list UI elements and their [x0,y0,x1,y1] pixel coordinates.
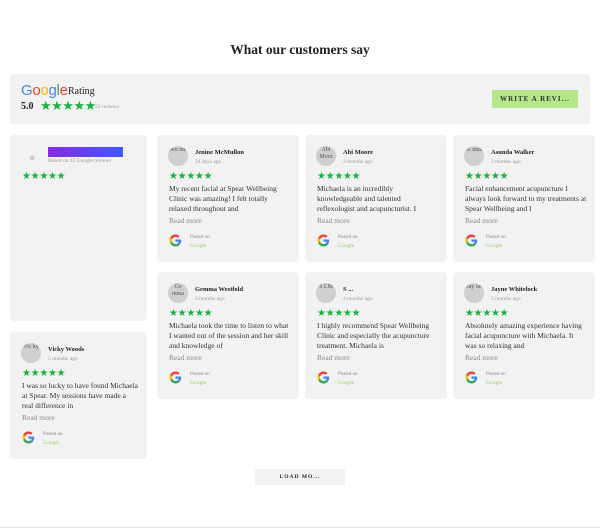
review-time: 5 months ago [491,296,521,302]
rating-stars: ★★★★★ [40,98,96,113]
google-icon [465,234,478,247]
avatar: Jay ne [464,283,484,303]
posted-on: Posted on Google [486,234,506,250]
posted-source-link[interactable]: Google [190,242,210,250]
review-stars: ★★★★★ [22,368,66,379]
read-more-link[interactable]: Read more [465,216,498,225]
posted-on: Posted on Google [190,234,210,250]
reviewer-name[interactable]: Abi Moore [343,149,373,156]
posted-source-link[interactable]: Google [190,379,210,387]
posted-on-label: Posted on [43,432,63,437]
review-stars: ★★★★★ [465,308,509,319]
load-more-button[interactable]: LOAD MO... [255,469,345,485]
review-time: 2 months ago [491,159,521,165]
review-card: Vic ky Vicky Woods 5 months ago ★★★★★ I was … [10,332,147,459]
posted-source-link[interactable]: Google [43,439,63,447]
review-stars: ★★★★★ [169,171,213,182]
read-more-link[interactable]: Read more [465,353,498,362]
posted-source-link[interactable]: Google [338,242,358,250]
featured-rating-card: ◆ Based on 22 Google reviews ★★★★★ [10,135,147,321]
review-time: 24 days ago [195,159,222,165]
rating-score: 5.0 [21,101,34,112]
reviewer-name[interactable]: Vicky Woods [48,346,84,353]
google-icon [465,371,478,384]
avatar: Vic ky [21,343,41,363]
featured-brand-bar [48,147,123,157]
review-card: As unda Asunda Walker 2 months ago ★★★★★ Fac… [453,135,595,262]
posted-on-label: Posted on [190,235,210,240]
read-more-link[interactable]: Read more [317,353,350,362]
google-icon [317,371,330,384]
review-text: Facial enhancement acupuncture I always … [465,184,587,213]
read-more-link[interactable]: Read more [317,216,350,225]
review-time: 5 months ago [48,356,78,362]
posted-on-label: Posted on [190,372,210,377]
posted-on: Posted on Google [190,371,210,387]
review-card: Abi Moor Abi Moore 2 months ago ★★★★★ Michae… [305,135,447,262]
avatar: Jen ine [168,146,188,166]
section-heading: What our customers say [230,42,370,57]
review-stars: ★★★★★ [169,308,213,319]
read-more-link[interactable]: Read more [169,353,202,362]
posted-on-label: Posted on [486,372,506,377]
reviewer-name[interactable]: S ... [343,286,353,293]
posted-on-label: Posted on [338,235,358,240]
review-count: 22 reviews [95,104,119,110]
avatar: S LM [316,283,336,303]
review-stars: ★★★★★ [317,308,361,319]
review-card: S LM S ... 4 months ago ★★★★★ I highly recom… [305,272,447,399]
google-icon [169,234,182,247]
google-logo: Google [21,82,68,99]
featured-badge-icon: ◆ [29,153,36,162]
posted-on-label: Posted on [338,372,358,377]
review-text: Absolutely amazing experience having fac… [465,321,582,350]
avatar: Abi Moor [316,146,336,166]
review-card: Ge mma Gemma Westfold 3 months ago ★★★★★ Mic… [157,272,299,399]
google-logo-letter: e [59,82,68,99]
review-stars: ★★★★★ [465,171,509,182]
posted-on: Posted on Google [43,431,63,447]
review-text: Michaela took the time to listen to what… [169,321,289,350]
review-text: Michaela is an incredibly knowledgeable … [317,184,417,213]
posted-source-link[interactable]: Google [486,242,506,250]
read-more-link[interactable]: Read more [22,413,55,422]
review-text: I was so lucky to have found Michaela at… [22,381,139,410]
rating-summary-bar: Google Rating 5.0 ★★★★★ 22 reviews WRITE… [10,74,590,124]
based-on-text: Based on 22 Google reviews [48,158,112,164]
review-card: Jay ne Jayne Whitelock 5 months ago ★★★★★ Ab… [453,272,595,399]
posted-source-link[interactable]: Google [338,379,358,387]
posted-on: Posted on Google [338,371,358,387]
rating-label: Rating [68,86,95,97]
featured-stars: ★★★★★ [22,171,66,182]
review-time: 3 months ago [195,296,225,302]
write-review-button[interactable]: WRITE A REVI... [492,90,578,108]
reviewer-name[interactable]: Asunda Walker [491,149,534,156]
posted-source-link[interactable]: Google [486,379,506,387]
posted-on-label: Posted on [486,235,506,240]
posted-on: Posted on Google [486,371,506,387]
google-icon [317,234,330,247]
google-icon [22,431,35,444]
reviewer-name[interactable]: Jenine McMullon [195,149,244,156]
review-stars: ★★★★★ [317,171,361,182]
review-text: I highly recommend Spear Wellbeing Clini… [317,321,430,350]
reviewer-name[interactable]: Gemma Westfold [195,286,243,293]
read-more-link[interactable]: Read more [169,216,202,225]
google-logo-letter: g [48,82,57,99]
review-card: Jen ine Jenine McMullon 24 days ago ★★★★★ My… [157,135,299,262]
reviewer-name[interactable]: Jayne Whitelock [491,286,537,293]
posted-on: Posted on Google [338,234,358,250]
avatar: Ge mma [168,283,188,303]
review-time: 2 months ago [343,159,373,165]
review-text: My recent facial at Spear Wellbeing Clin… [169,184,277,213]
avatar: As unda [464,146,484,166]
review-time: 4 months ago [343,296,373,302]
google-icon [169,371,182,384]
google-logo-letter: G [21,82,33,99]
